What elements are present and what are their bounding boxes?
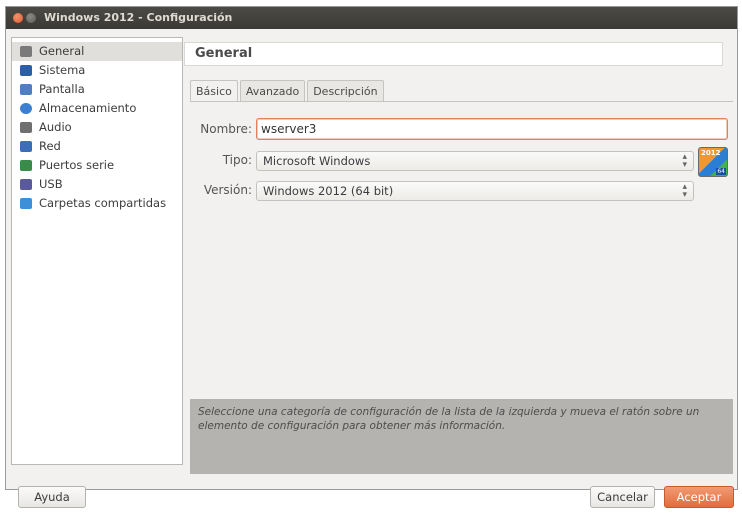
type-select[interactable]: Microsoft Windows ▴ ▾	[256, 151, 694, 171]
sidebar-item-carpetas-compartidas[interactable]: Carpetas compartidas	[12, 194, 182, 213]
sidebar-item-label: Carpetas compartidas	[39, 196, 167, 210]
tab-basico[interactable]: Básico	[190, 80, 238, 102]
sidebar-item-usb[interactable]: USB	[12, 175, 182, 194]
sidebar-item-sistema[interactable]: Sistema	[12, 61, 182, 80]
window-title: Windows 2012 - Configuración	[44, 11, 233, 24]
type-select-value: Microsoft Windows	[263, 154, 371, 168]
sidebar-item-label: Almacenamiento	[39, 101, 137, 115]
tab-avanzado[interactable]: Avanzado	[239, 80, 306, 102]
sidebar-item-label: Red	[39, 139, 61, 153]
minimize-icon[interactable]	[26, 13, 36, 23]
sidebar-item-label: Pantalla	[39, 82, 85, 96]
title-bar[interactable]: Windows 2012 - Configuración	[6, 7, 737, 29]
version-label: Versión:	[203, 183, 252, 197]
sidebar-item-red[interactable]: Red	[12, 137, 182, 156]
tab-divider	[190, 101, 733, 102]
settings-tabs: Básico Avanzado Descripción	[190, 80, 386, 102]
tab-descripcion[interactable]: Descripción	[307, 80, 384, 102]
os-icon-text: 2012	[701, 149, 721, 157]
sidebar-item-label: General	[39, 44, 85, 58]
version-select[interactable]: Windows 2012 (64 bit) ▴ ▾	[256, 181, 694, 201]
sidebar-item-general[interactable]: General	[12, 42, 182, 61]
os-icon-badge: 64	[716, 168, 726, 175]
display-icon	[20, 84, 32, 95]
sidebar-item-puertos-serie[interactable]: Puertos serie	[12, 156, 182, 175]
sidebar-item-label: USB	[39, 177, 63, 191]
name-label: Nombre:	[200, 122, 252, 136]
sidebar-item-label: Audio	[39, 120, 72, 134]
serial-ports-icon	[20, 160, 32, 171]
page-title: General	[184, 42, 723, 66]
settings-category-list: General Sistema Pantalla Almacenamiento …	[11, 37, 183, 465]
usb-icon	[20, 179, 32, 190]
sidebar-item-pantalla[interactable]: Pantalla	[12, 80, 182, 99]
updown-arrow-icon: ▴ ▾	[682, 182, 687, 200]
storage-icon	[20, 103, 32, 114]
updown-arrow-icon: ▴ ▾	[682, 152, 687, 170]
windows-os-icon: 2012 64	[698, 147, 728, 177]
accept-button[interactable]: Aceptar	[664, 486, 734, 508]
sidebar-item-label: Sistema	[39, 63, 86, 77]
name-field[interactable]: wserver3	[256, 118, 728, 140]
version-select-value: Windows 2012 (64 bit)	[263, 184, 394, 198]
help-info-panel: Seleccione una categoría de configuració…	[190, 399, 733, 474]
general-icon	[20, 46, 32, 57]
sidebar-item-audio[interactable]: Audio	[12, 118, 182, 137]
shared-folders-icon	[20, 198, 32, 209]
audio-icon	[20, 122, 32, 133]
sidebar-item-label: Puertos serie	[39, 158, 115, 172]
cancel-button[interactable]: Cancelar	[590, 486, 655, 508]
type-label: Tipo:	[222, 153, 252, 167]
system-icon	[20, 65, 32, 76]
close-icon[interactable]	[13, 13, 23, 23]
help-button[interactable]: Ayuda	[18, 486, 86, 508]
network-icon	[20, 141, 32, 152]
sidebar-item-almacenamiento[interactable]: Almacenamiento	[12, 99, 182, 118]
